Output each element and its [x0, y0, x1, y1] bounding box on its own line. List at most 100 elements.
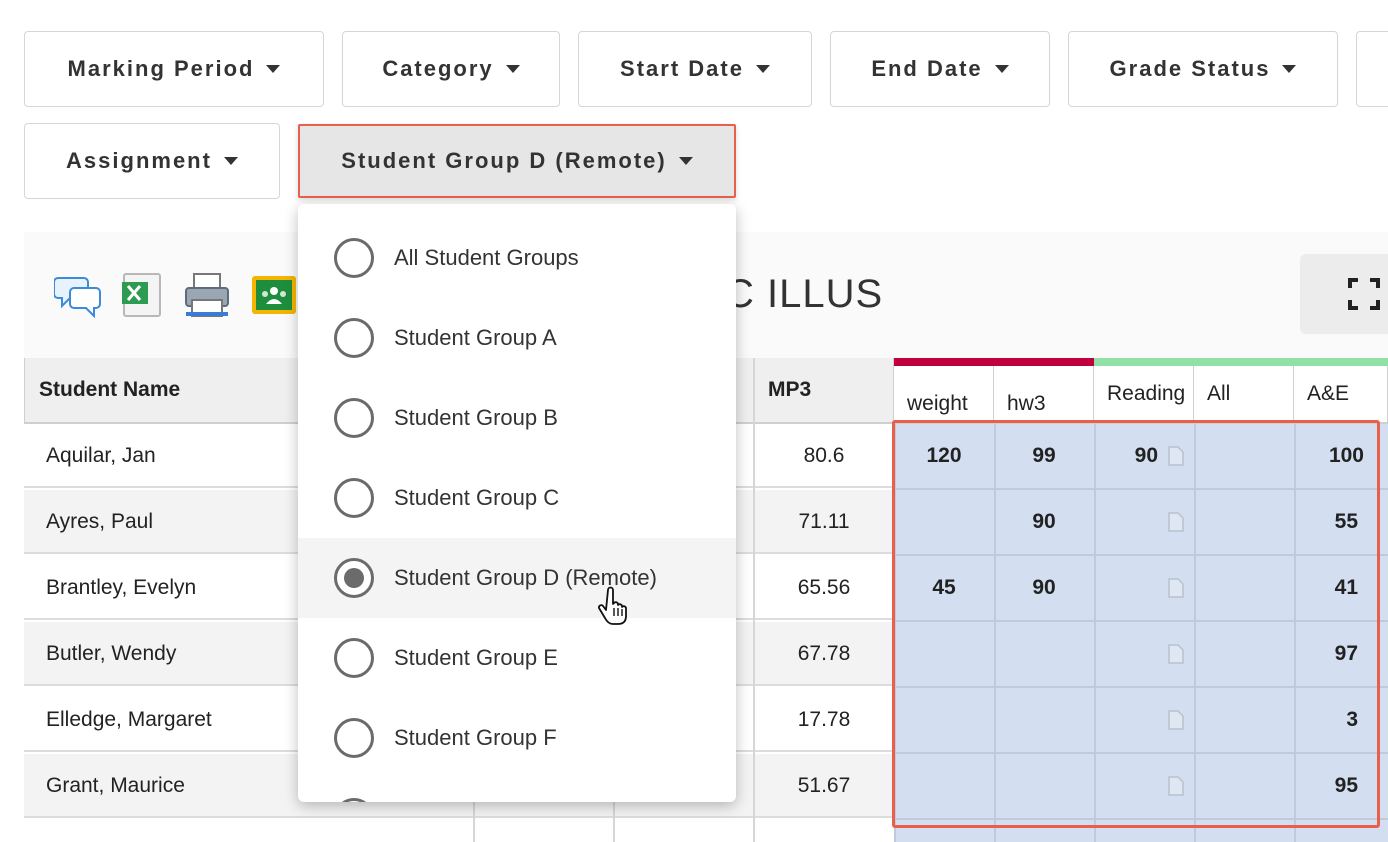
comment-doc-icon[interactable] [1168, 644, 1184, 664]
comment-doc-icon[interactable] [1168, 578, 1184, 598]
category-filter-button[interactable]: Category [342, 31, 560, 107]
grade-cell-ae[interactable]: 100 [1294, 444, 1364, 468]
student-name-cell[interactable]: Butler, Wendy [46, 642, 176, 666]
student-group-option[interactable]: All Student Groups [298, 218, 736, 298]
grade-divider [894, 554, 1388, 556]
student-group-option-label: Student Group C [394, 485, 560, 510]
comment-doc-icon[interactable] [1168, 710, 1184, 730]
mp3-header[interactable]: MP3 [754, 358, 894, 424]
grade-divider [1194, 424, 1196, 842]
grade-divider [994, 424, 996, 842]
comment-doc-icon[interactable] [1168, 512, 1184, 532]
weight-header[interactable]: weight [894, 358, 994, 424]
student-name-cell[interactable]: Brantley, Evelyn [46, 576, 196, 600]
fullscreen-button[interactable] [1300, 254, 1388, 334]
grade-divider [894, 686, 1388, 688]
grade-cell-ae[interactable]: 97 [1294, 642, 1358, 666]
radio-button[interactable] [334, 798, 374, 802]
radio-button[interactable] [334, 398, 374, 438]
caret-down-icon [223, 157, 238, 165]
excel-export-icon[interactable] [118, 270, 168, 320]
start-date-filter-button[interactable]: Start Date [578, 31, 812, 107]
grade-divider [1094, 424, 1096, 842]
reading-header[interactable]: Reading [1094, 358, 1194, 424]
student-group-option-label: Student Group B [394, 405, 558, 430]
student-group-option-label: Student Group E [394, 645, 558, 670]
caret-down-icon [994, 65, 1009, 73]
caret-down-icon [505, 65, 520, 73]
grade-cell-ae[interactable]: 41 [1294, 576, 1358, 600]
grade-cell-reading[interactable]: 90 [1094, 444, 1158, 468]
end-date-filter-button[interactable]: End Date [830, 31, 1050, 107]
student-name-cell[interactable]: Elledge, Margaret [46, 708, 212, 732]
grade-cell-ae[interactable]: 95 [1294, 774, 1358, 798]
student-group-option-selected[interactable]: Student Group D (Remote) [298, 538, 736, 618]
page-heading: C ILLUS [725, 272, 884, 316]
radio-button-checked[interactable] [334, 558, 374, 598]
radio-button[interactable] [334, 718, 374, 758]
grade-divider [894, 424, 896, 842]
grade-divider [894, 488, 1388, 490]
google-classroom-icon[interactable] [250, 270, 300, 320]
ae-header[interactable]: A&E [1294, 358, 1388, 424]
student-group-dropdown-menu: All Student Groups Student Group A Stude… [298, 204, 736, 802]
student-group-option[interactable]: Student Group A [298, 298, 736, 378]
start-date-filter-label: Start Date [620, 56, 744, 81]
mp3-cell: 67.78 [797, 642, 851, 665]
grade-status-filter-button[interactable]: Grade Status [1068, 31, 1338, 107]
assignment-filter-button[interactable]: Assignment [24, 123, 280, 199]
radio-button[interactable] [334, 318, 374, 358]
student-name-cell[interactable]: Grant, Maurice [46, 774, 185, 798]
student-group-option-label: All Student Groups [394, 245, 579, 270]
mp3-cell: 51.67 [797, 774, 851, 797]
caret-down-icon [678, 157, 693, 165]
student-group-option-partial[interactable] [298, 778, 736, 802]
marking-period-filter-button[interactable]: Marking Period [24, 31, 324, 107]
hw3-header[interactable]: hw3 [994, 358, 1094, 424]
mp3-cell: 17.78 [797, 708, 851, 731]
student-group-option[interactable]: Student Group E [298, 618, 736, 698]
grade-cell-weight[interactable]: 120 [894, 444, 994, 468]
comment-doc-icon[interactable] [1168, 776, 1184, 796]
grade-cell-hw3[interactable]: 90 [994, 576, 1094, 600]
mp3-cell: 80.6 [803, 444, 845, 467]
category-color-bar [1094, 358, 1388, 366]
radio-button[interactable] [334, 638, 374, 678]
grade-cell-weight[interactable]: 45 [894, 576, 994, 600]
more-filter-button[interactable] [1356, 31, 1388, 107]
print-icon[interactable] [182, 270, 232, 320]
student-group-filter-label: Student Group D (Remote) [341, 148, 667, 173]
student-group-option-label: Student Group A [394, 325, 557, 350]
caret-down-icon [1282, 65, 1297, 73]
marking-period-filter-label: Marking Period [67, 56, 255, 81]
caret-down-icon [755, 65, 770, 73]
comments-icon[interactable] [54, 270, 104, 320]
grade-cell-ae[interactable]: 3 [1294, 708, 1358, 732]
grade-divider [894, 620, 1388, 622]
comment-doc-icon[interactable] [1168, 446, 1184, 466]
grade-cell-hw3[interactable]: 99 [994, 444, 1094, 468]
grade-cell-hw3[interactable]: 90 [994, 510, 1094, 534]
grade-divider [894, 818, 1388, 820]
radio-button[interactable] [334, 238, 374, 278]
student-group-option[interactable]: Student Group B [298, 378, 736, 458]
hand-pointer-icon [598, 586, 627, 625]
student-group-filter-button[interactable]: Student Group D (Remote) [298, 124, 736, 198]
mp3-cell: 71.11 [798, 510, 850, 533]
student-group-option-label: Student Group F [394, 725, 557, 750]
all-header[interactable]: All [1194, 358, 1294, 424]
grade-status-filter-label: Grade Status [1109, 56, 1271, 81]
student-name-cell[interactable]: Ayres, Paul [46, 510, 153, 534]
category-color-bar [894, 358, 1094, 366]
end-date-filter-label: End Date [871, 56, 983, 81]
student-group-option[interactable]: Student Group C [298, 458, 736, 538]
column-divider [753, 358, 755, 842]
grade-cell-ae[interactable]: 55 [1294, 510, 1358, 534]
assignment-filter-label: Assignment [66, 148, 212, 173]
mp3-cell: 65.56 [797, 576, 851, 599]
student-group-option[interactable]: Student Group F [298, 698, 736, 778]
radio-button[interactable] [334, 478, 374, 518]
student-name-cell[interactable]: Aquilar, Jan [46, 444, 156, 468]
category-filter-label: Category [382, 56, 494, 81]
caret-down-icon [266, 65, 281, 73]
